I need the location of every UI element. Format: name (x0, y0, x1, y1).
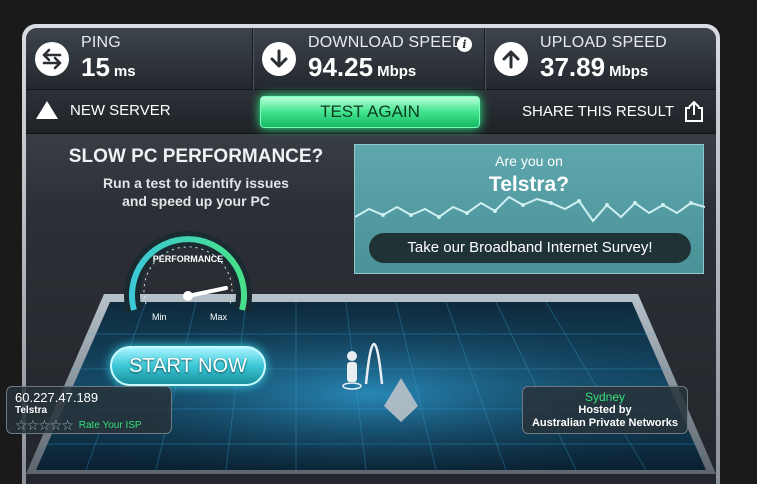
triangle-icon (36, 101, 58, 119)
rate-isp-link[interactable]: Rate Your ISP (79, 420, 142, 431)
share-icon (685, 100, 703, 122)
server-host: Australian Private Networks (531, 417, 679, 429)
start-now-button[interactable]: START NOW (110, 346, 266, 386)
upload-label: UPLOAD SPEED (540, 33, 667, 51)
upload-unit: Mbps (609, 62, 649, 80)
trend-line-graphic (355, 195, 705, 223)
arrow-down-icon (262, 42, 296, 76)
download-label: DOWNLOAD SPEED (308, 33, 464, 51)
swap-arrows-icon (35, 42, 69, 76)
rating-stars-icon[interactable]: ☆☆☆☆☆ (15, 417, 74, 434)
test-again-button[interactable]: TEST AGAIN (260, 96, 480, 128)
new-server-label: NEW SERVER (70, 101, 171, 119)
hosted-by-label: Hosted by (578, 404, 632, 416)
ping-value-row: 15 ms (81, 54, 136, 85)
survey-question: Are you on (495, 153, 563, 169)
gauge-label: PERFORMANCE (153, 254, 224, 264)
ping-value: 15 (81, 51, 110, 82)
download-unit: Mbps (377, 62, 417, 80)
upload-stat: UPLOAD SPEED 37.89 Mbps (484, 28, 716, 90)
isp-survey-ad: Are you on Telstra? Take our Broadband I… (354, 144, 705, 274)
gauge-min: Min (152, 312, 167, 322)
client-isp: Telstra (15, 405, 48, 416)
client-info: 60.227.47.189 Telstra ☆☆☆☆☆ Rate Your IS… (6, 386, 172, 434)
client-ip: 60.227.47.189 (15, 390, 99, 405)
ping-label: PING (81, 33, 121, 51)
arrow-up-icon (494, 42, 528, 76)
ping-unit: ms (113, 62, 136, 80)
server-city: Sydney (584, 390, 626, 404)
share-label: SHARE THIS RESULT (522, 102, 674, 120)
action-bar: NEW SERVER TEST AGAIN SHARE THIS RESULT (26, 90, 716, 134)
server-info: Sydney Hosted by Australian Private Netw… (522, 386, 688, 434)
new-server-button[interactable]: NEW SERVER (36, 101, 171, 119)
ping-stat: PING 15 ms (26, 28, 252, 90)
gauge-max: Max (210, 312, 228, 322)
download-stat: DOWNLOAD SPEED 94.25 Mbps i (252, 28, 484, 90)
performance-gauge-icon: PERFORMANCE Min Max (124, 231, 252, 322)
ad-title: SLOW PC PERFORMANCE? (68, 146, 324, 167)
download-value-row: 94.25 Mbps (308, 54, 464, 85)
pc-performance-ad: SLOW PC PERFORMANCE? Run a test to ident… (36, 142, 356, 402)
ad-line-2: and speed up your PC (122, 193, 270, 209)
download-value: 94.25 (308, 51, 374, 82)
upload-value-row: 37.89 Mbps (540, 54, 667, 85)
results-header: PING 15 ms DOWNLOAD SPEED 94.25 Mbps i U… (26, 28, 716, 90)
share-result-button[interactable]: SHARE THIS RESULT (522, 100, 704, 122)
ad-line-1: Run a test to identify issues (103, 175, 289, 191)
info-icon[interactable]: i (457, 37, 472, 52)
upload-value: 37.89 (540, 51, 606, 82)
survey-button[interactable]: Take our Broadband Internet Survey! (369, 233, 691, 263)
rate-isp: ☆☆☆☆☆ Rate Your ISP (15, 417, 163, 434)
